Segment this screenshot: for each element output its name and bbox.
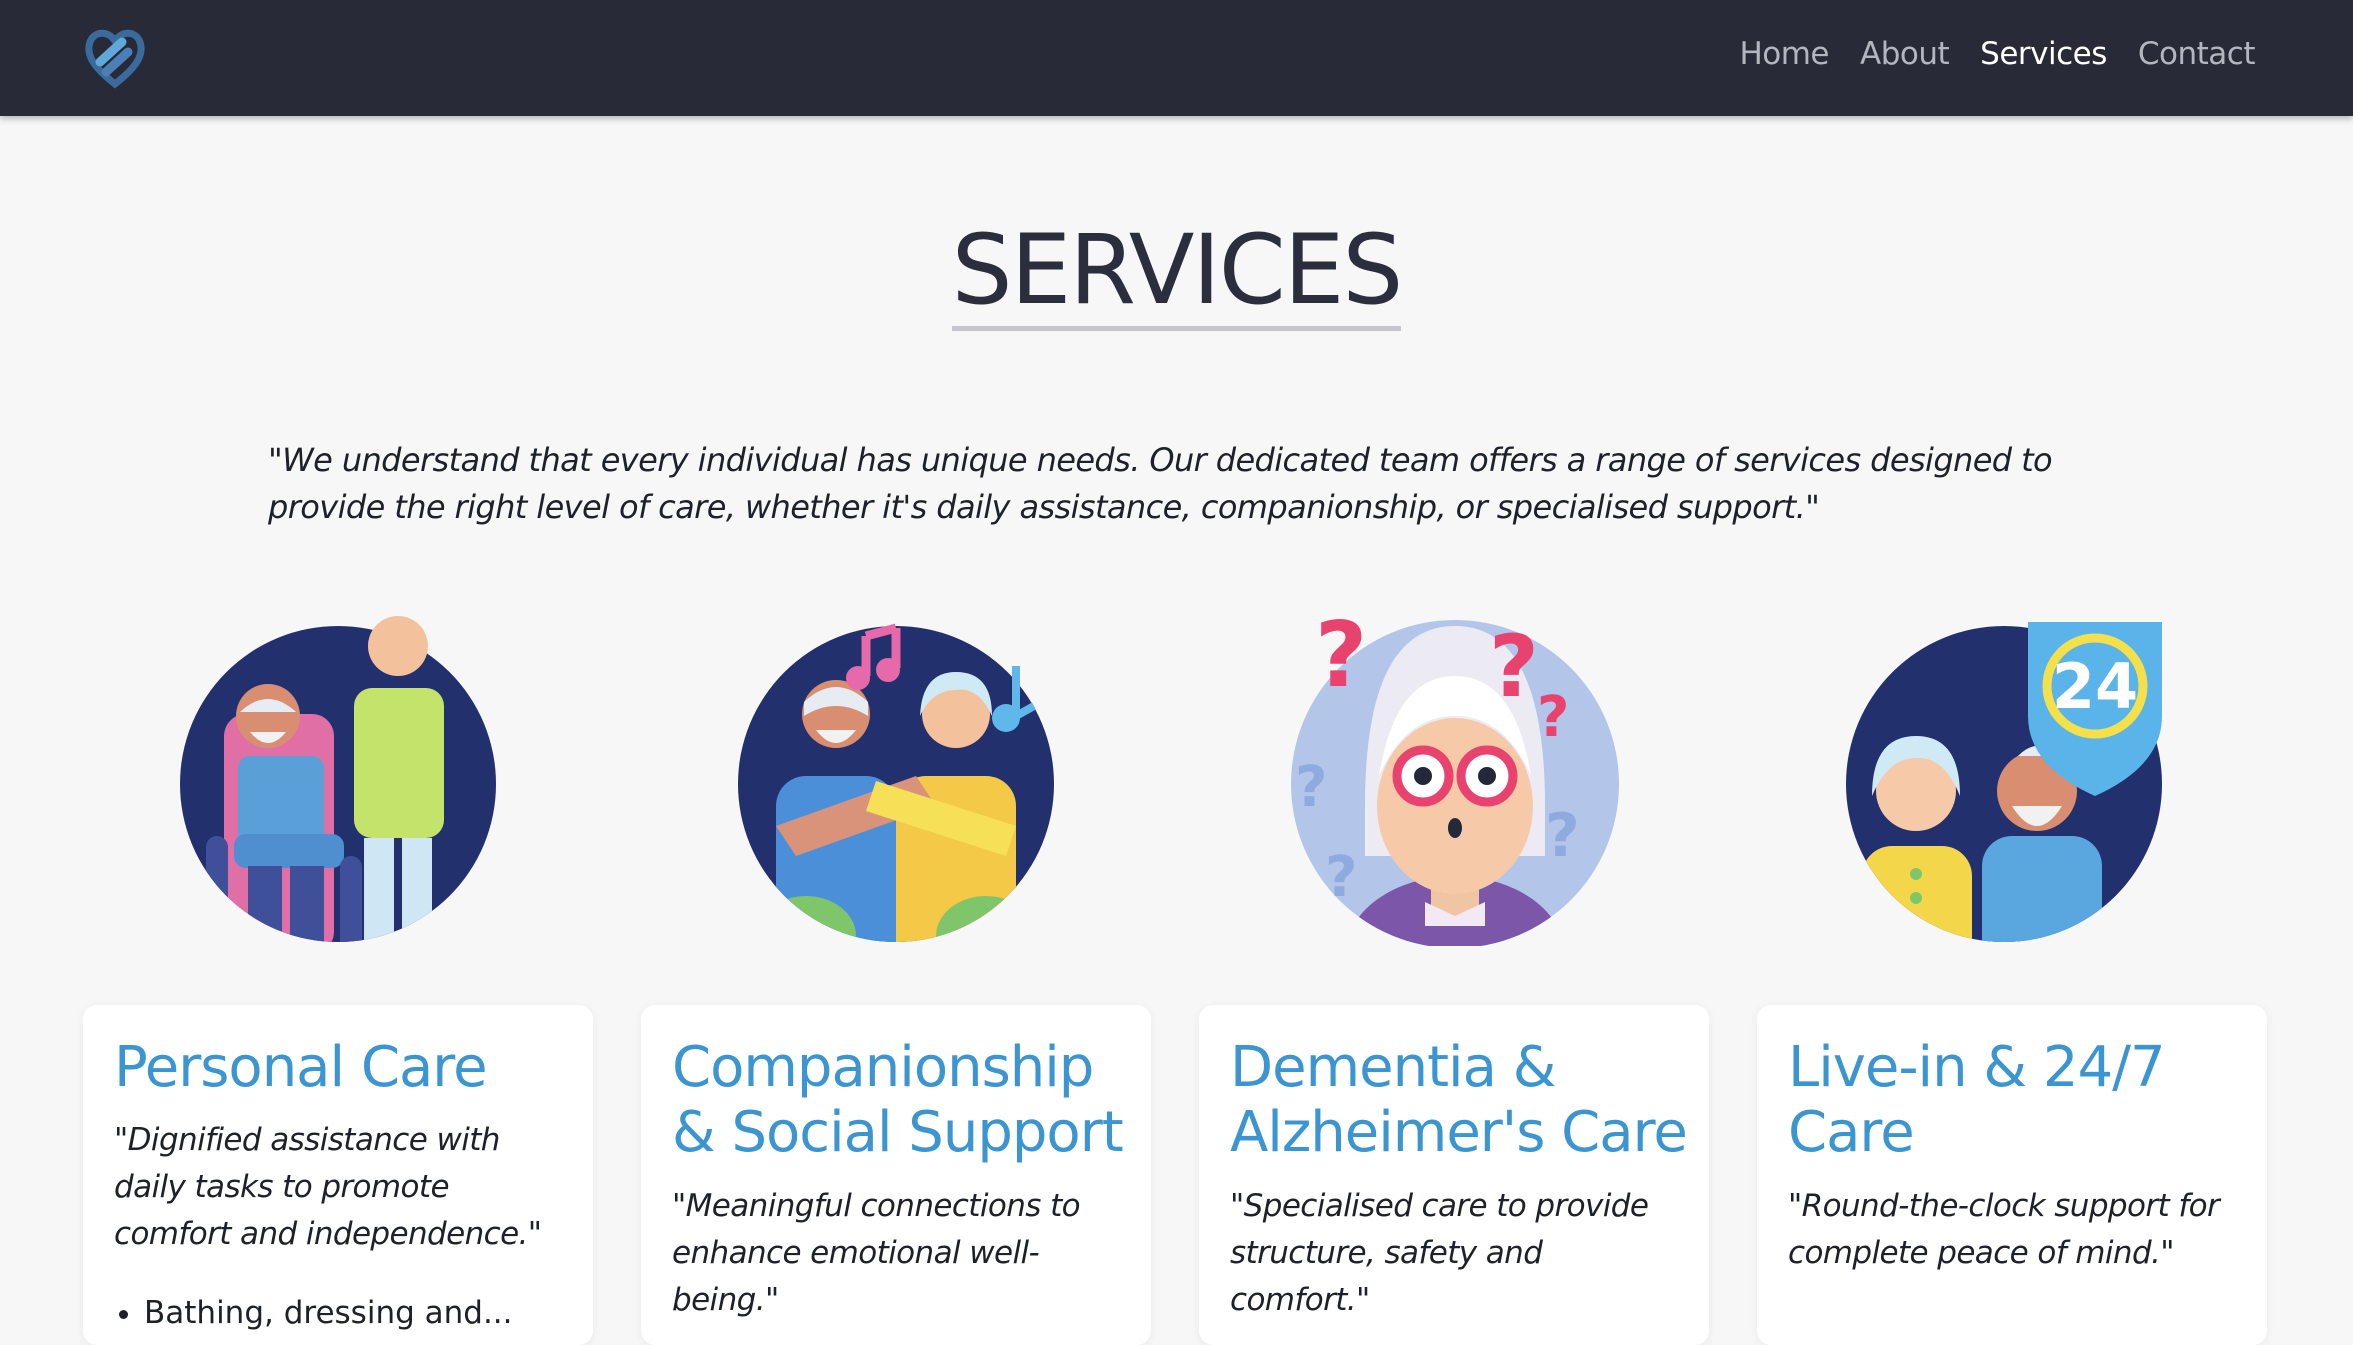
card-description: "Meaningful connections to enhance emoti… bbox=[672, 1188, 1081, 1318]
card-description: "Specialised care to provide structure, … bbox=[1230, 1188, 1649, 1318]
shield-24-label: 24 bbox=[2052, 650, 2138, 723]
list-item: Bathing, dressing and... bbox=[144, 1295, 513, 1331]
nav-links: Home About Services Contact bbox=[1739, 36, 2255, 72]
page-title-wrap: SERVICES bbox=[0, 220, 2353, 331]
svg-text:?: ? bbox=[1295, 755, 1327, 820]
dementia-care-illustration: ? ? ? ? ? ? bbox=[1275, 603, 1635, 948]
svg-text:?: ? bbox=[1489, 617, 1539, 717]
svg-text:?: ? bbox=[1545, 801, 1580, 871]
svg-text:?: ? bbox=[1325, 845, 1357, 910]
nav-contact-link[interactable]: Contact bbox=[2138, 36, 2256, 72]
page-title: SERVICES bbox=[951, 220, 1403, 331]
svg-text:?: ? bbox=[1315, 606, 1367, 708]
service-card-personal-care[interactable]: Personal Care "Dignified assistance with… bbox=[83, 1005, 593, 1345]
nav-about-link[interactable]: About bbox=[1860, 36, 1950, 72]
card-title: Dementia & Alzheimer's Care bbox=[1230, 1035, 1688, 1165]
personal-care-illustration bbox=[158, 606, 518, 946]
card-list: Bathing, dressing and... bbox=[114, 1295, 513, 1331]
intro-quote: "We understand that every individual has… bbox=[268, 441, 2053, 526]
nav-home-link[interactable]: Home bbox=[1739, 36, 1829, 72]
card-title: Personal Care bbox=[114, 1035, 488, 1100]
navbar: Home About Services Contact bbox=[0, 0, 2353, 116]
heart-logo-icon[interactable] bbox=[82, 24, 148, 90]
companionship-illustration bbox=[716, 606, 1076, 946]
nav-services-link[interactable]: Services bbox=[1980, 36, 2107, 72]
card-title: Live-in & 24/7 Care bbox=[1788, 1035, 2166, 1165]
service-card-companionship[interactable]: Companionship & Social Support "Meaningf… bbox=[641, 1005, 1151, 1345]
svg-text:?: ? bbox=[1537, 685, 1569, 750]
card-description: "Round-the-clock support for complete pe… bbox=[1788, 1188, 2220, 1271]
live-in-care-illustration: 24 bbox=[1832, 606, 2192, 946]
card-title: Companionship & Social Support bbox=[672, 1035, 1124, 1165]
card-description: "Dignified assistance with daily tasks t… bbox=[114, 1122, 542, 1252]
service-card-dementia[interactable]: Dementia & Alzheimer's Care "Specialised… bbox=[1199, 1005, 1709, 1345]
service-card-live-in[interactable]: Live-in & 24/7 Care "Round-the-clock sup… bbox=[1757, 1005, 2267, 1345]
